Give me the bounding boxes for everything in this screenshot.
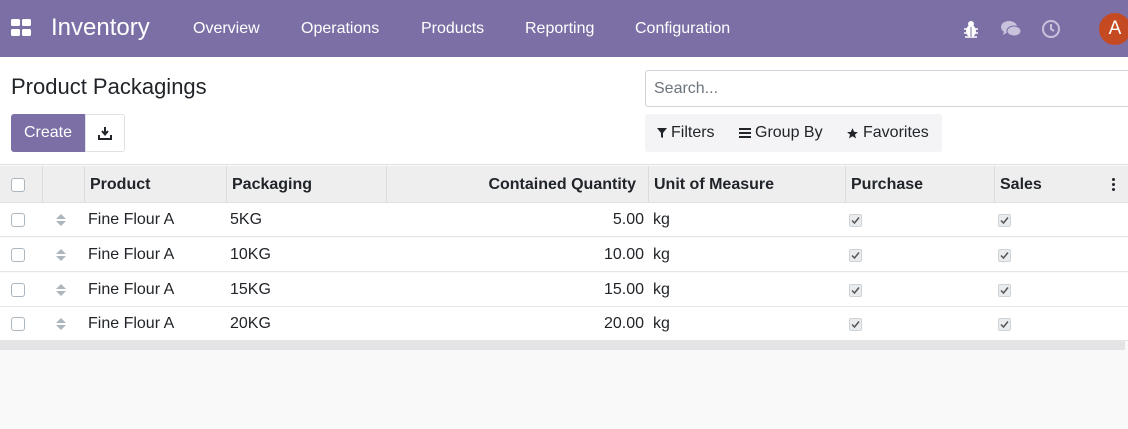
filters-label: Filters [671, 124, 715, 141]
drag-handle-icon[interactable] [56, 284, 66, 296]
filter-icon [657, 128, 667, 138]
packaging-cell: 20KG [230, 315, 271, 332]
list-icon [739, 128, 751, 138]
download-button[interactable] [85, 114, 125, 152]
table-row[interactable]: Fine Flour A 5KG 5.00 kg [0, 203, 1128, 237]
row-checkbox[interactable] [11, 248, 25, 262]
clock-icon[interactable] [1040, 18, 1062, 40]
drag-handle-icon[interactable] [56, 214, 66, 226]
drag-handle-icon[interactable] [56, 318, 66, 330]
product-cell: Fine Flour A [88, 281, 175, 298]
page-title: Product Packagings [11, 74, 207, 99]
product-cell: Fine Flour A [88, 211, 175, 228]
menu-configuration[interactable]: Configuration [635, 20, 730, 38]
table-footer [0, 341, 1125, 350]
handle-column-header [42, 166, 84, 203]
uom-cell: kg [653, 281, 670, 298]
star-icon [847, 127, 858, 138]
app-title[interactable]: Inventory [51, 14, 150, 42]
select-all-checkbox[interactable] [11, 177, 25, 192]
quantity-cell: 20.00 [603, 315, 644, 332]
row-checkbox[interactable] [11, 283, 25, 297]
sales-checkbox [998, 317, 1011, 331]
uom-cell: kg [653, 211, 670, 228]
chat-icon[interactable] [1000, 18, 1022, 40]
top-navbar: Inventory Overview Operations Products R… [0, 0, 1128, 57]
column-header-packaging[interactable]: Packaging [226, 166, 386, 203]
menu-overview[interactable]: Overview [193, 20, 260, 38]
group-by-button[interactable]: Group By [739, 124, 823, 142]
column-header-product[interactable]: Product [84, 166, 226, 203]
table-header: Product Packaging Contained Quantity Uni… [0, 166, 1128, 203]
table-row[interactable]: Fine Flour A 15KG 15.00 kg [0, 273, 1128, 307]
column-header-sales[interactable]: Sales [994, 166, 1128, 203]
table-row[interactable]: Fine Flour A 10KG 10.00 kg [0, 238, 1128, 272]
uom-cell: kg [653, 315, 670, 332]
drag-handle-icon[interactable] [56, 249, 66, 261]
row-checkbox[interactable] [11, 213, 25, 227]
download-icon [98, 127, 112, 140]
favorites-button[interactable]: Favorites [846, 124, 929, 142]
bug-icon[interactable] [960, 18, 982, 40]
column-header-unit-of-measure[interactable]: Unit of Measure [648, 166, 845, 203]
menu-operations[interactable]: Operations [301, 20, 379, 38]
purchase-checkbox [849, 213, 862, 227]
search-options-bar: Filters Group By Favorites [645, 114, 942, 152]
group-by-label: Group By [755, 124, 823, 141]
packaging-cell: 5KG [230, 211, 263, 228]
product-cell: Fine Flour A [88, 315, 175, 332]
user-avatar[interactable]: A [1099, 13, 1128, 45]
select-all-cell [11, 166, 25, 203]
menu-products[interactable]: Products [421, 20, 484, 38]
purchase-checkbox [849, 283, 862, 297]
uom-cell: kg [653, 246, 670, 263]
column-header-purchase[interactable]: Purchase [845, 166, 994, 203]
apps-menu-icon[interactable] [11, 19, 31, 36]
purchase-checkbox [849, 317, 862, 331]
packaging-cell: 15KG [230, 281, 271, 298]
sales-checkbox [998, 248, 1011, 262]
optional-columns-icon[interactable] [1112, 178, 1115, 191]
quantity-cell: 10.00 [603, 246, 644, 263]
row-checkbox[interactable] [11, 317, 25, 331]
search-input[interactable] [645, 70, 1128, 107]
quantity-cell: 15.00 [603, 281, 644, 298]
product-cell: Fine Flour A [88, 246, 175, 263]
sales-checkbox [998, 283, 1011, 297]
control-panel: Product Packagings Create Filters Group … [0, 57, 1128, 165]
favorites-label: Favorites [863, 124, 929, 141]
column-header-contained-quantity[interactable]: Contained Quantity [386, 166, 648, 203]
table-row[interactable]: Fine Flour A 20KG 20.00 kg [0, 307, 1128, 341]
quantity-cell: 5.00 [612, 211, 644, 228]
menu-reporting[interactable]: Reporting [525, 20, 594, 38]
packaging-cell: 10KG [230, 246, 271, 263]
create-button[interactable]: Create [11, 114, 85, 152]
sales-checkbox [998, 213, 1011, 227]
filters-button[interactable]: Filters [657, 124, 715, 142]
purchase-checkbox [849, 248, 862, 262]
